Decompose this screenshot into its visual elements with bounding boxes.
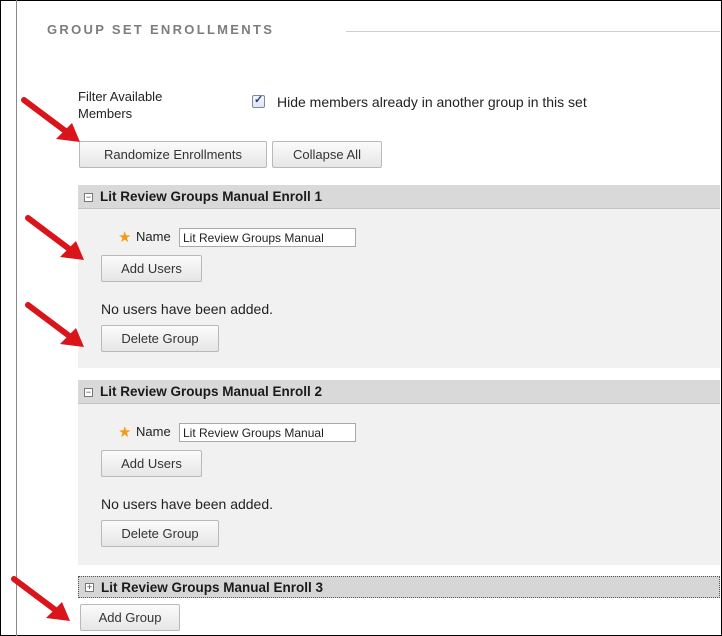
group-name-input-2[interactable] [179, 423, 356, 442]
group-header-2[interactable]: − Lit Review Groups Manual Enroll 2 [78, 380, 720, 404]
group-title-1: Lit Review Groups Manual Enroll 1 [100, 189, 323, 204]
add-users-button-1[interactable]: Add Users [101, 255, 202, 282]
group-header-1[interactable]: − Lit Review Groups Manual Enroll 1 [78, 185, 720, 209]
section-heading: GROUP SET ENROLLMENTS [47, 22, 275, 37]
group-title-3: Lit Review Groups Manual Enroll 3 [101, 580, 324, 595]
red-arrow-icon [25, 215, 84, 260]
name-label-2: Name [136, 424, 171, 439]
left-border-line [16, 0, 17, 636]
hide-members-checkbox[interactable]: ✓ [252, 94, 265, 108]
add-users-button-2[interactable]: Add Users [101, 450, 202, 477]
red-arrow-icon [11, 576, 70, 621]
plus-square-icon[interactable]: + [85, 583, 94, 592]
minus-square-icon[interactable]: − [84, 193, 93, 202]
add-group-button[interactable]: Add Group [80, 604, 180, 631]
collapse-all-button[interactable]: Collapse All [272, 141, 382, 168]
group-title-2: Lit Review Groups Manual Enroll 2 [100, 384, 323, 399]
asterisk-icon: ★ [118, 229, 132, 246]
delete-group-button-1[interactable]: Delete Group [101, 325, 219, 352]
heading-divider [346, 31, 720, 32]
group-name-input-1[interactable] [179, 228, 356, 247]
hide-members-label[interactable]: Hide members already in another group in… [277, 94, 587, 110]
delete-group-button-2[interactable]: Delete Group [101, 520, 219, 547]
red-arrow-icon [21, 97, 80, 142]
no-users-text-1: No users have been added. [101, 301, 274, 317]
group-header-3[interactable]: + Lit Review Groups Manual Enroll 3 [78, 576, 720, 598]
filter-label: Filter Available Members [78, 89, 163, 121]
check-mark-icon: ✓ [254, 94, 264, 106]
no-users-text-2: No users have been added. [101, 496, 274, 512]
name-label-1: Name [136, 229, 171, 244]
asterisk-icon: ★ [118, 424, 132, 441]
minus-square-icon[interactable]: − [84, 388, 93, 397]
randomize-enrollments-button[interactable]: Randomize Enrollments [79, 141, 267, 168]
red-arrow-icon [25, 302, 84, 347]
